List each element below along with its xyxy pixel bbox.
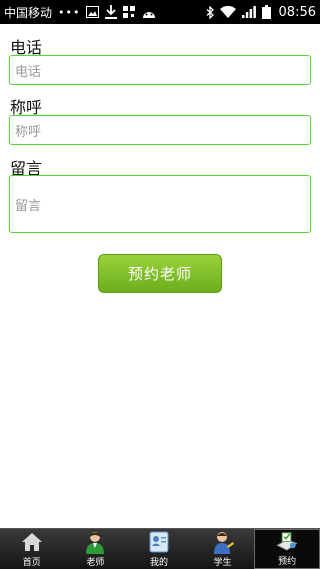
tab-student-label: 学生 xyxy=(213,558,232,568)
tab-teacher-label: 老师 xyxy=(86,558,105,568)
download-icon xyxy=(105,5,118,19)
profile-card-icon xyxy=(149,531,169,553)
carrier-name: 中国移动 xyxy=(4,5,53,20)
phone-placeholder: 电话 xyxy=(15,64,42,80)
phone-input[interactable]: 电话 xyxy=(9,55,311,85)
bottom-tab-bar: 首页 老师 我的 学生 预约 xyxy=(0,528,320,569)
tab-teacher[interactable]: 老师 xyxy=(64,529,128,569)
status-bar: 中国移动 ••• 08:56 xyxy=(0,0,320,24)
home-icon xyxy=(21,533,42,551)
book-teacher-button[interactable]: 预约老师 xyxy=(98,254,222,293)
salutation-placeholder: 称呼 xyxy=(15,124,42,140)
battery-icon xyxy=(261,5,271,19)
image-notification-icon xyxy=(86,5,100,19)
tab-mine-label: 我的 xyxy=(149,558,168,568)
teacher-icon xyxy=(86,532,105,554)
message-textarea[interactable]: 留言 xyxy=(9,175,311,233)
tab-appointment[interactable]: 预约 xyxy=(254,529,320,569)
qr-code-icon xyxy=(123,5,136,19)
message-placeholder: 留言 xyxy=(15,198,42,214)
android-icon xyxy=(141,5,157,19)
clock: 08:56 xyxy=(278,4,316,20)
signal-icon xyxy=(241,5,256,19)
tab-student[interactable]: 学生 xyxy=(191,529,255,569)
tab-mine[interactable]: 我的 xyxy=(127,529,191,569)
student-icon xyxy=(213,532,234,554)
tab-home[interactable]: 首页 xyxy=(0,529,64,569)
wifi-icon xyxy=(219,5,236,19)
salutation-input[interactable]: 称呼 xyxy=(9,115,311,145)
bluetooth-icon xyxy=(206,5,214,19)
more-notifications-icon: ••• xyxy=(58,5,81,19)
tab-appointment-label: 预约 xyxy=(278,557,297,567)
tab-home-label: 首页 xyxy=(22,558,41,568)
appointment-icon xyxy=(276,532,298,551)
